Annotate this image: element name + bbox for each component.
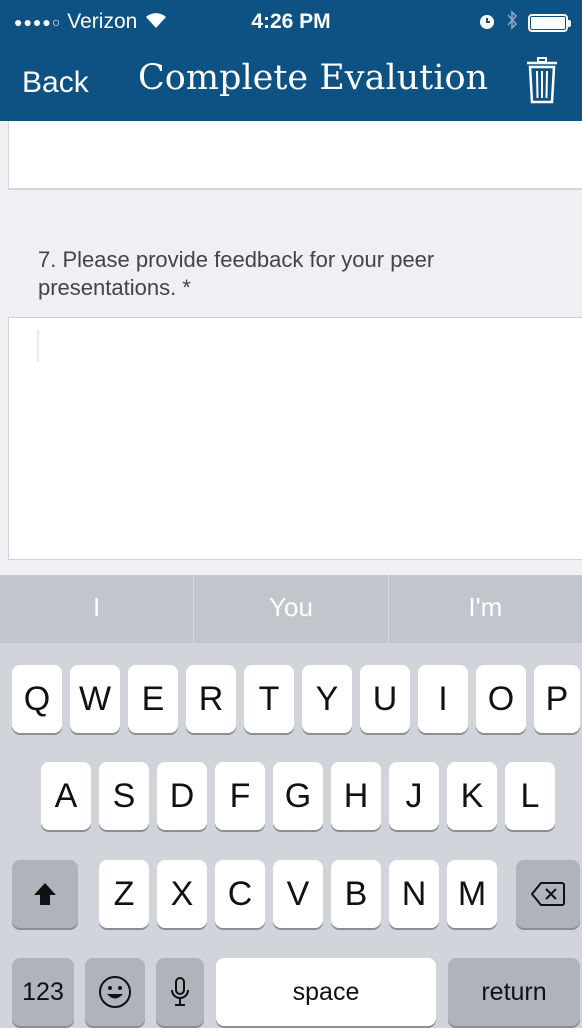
microphone-icon: [171, 977, 189, 1006]
keyboard: I You I'm Q W E R T Y U I O P A S D F G …: [0, 575, 582, 1028]
top-bar: ●●●●○ Verizon 4:26 PM Back Complete Eval…: [0, 0, 582, 121]
key-g[interactable]: G: [273, 762, 323, 830]
key-a[interactable]: A: [41, 762, 91, 830]
feedback-textarea[interactable]: [8, 317, 582, 560]
key-d[interactable]: D: [157, 762, 207, 830]
status-bar: ●●●●○ Verizon 4:26 PM: [0, 0, 582, 44]
shift-key[interactable]: [12, 860, 78, 928]
space-key[interactable]: space: [216, 958, 436, 1026]
navigation-bar: Back Complete Evalution: [0, 44, 582, 121]
key-u[interactable]: U: [360, 665, 410, 733]
key-j[interactable]: J: [389, 762, 439, 830]
key-n[interactable]: N: [389, 860, 439, 928]
return-key[interactable]: return: [448, 958, 580, 1026]
key-z[interactable]: Z: [99, 860, 149, 928]
numbers-key[interactable]: 123: [12, 958, 74, 1026]
page-title: Complete Evalution: [138, 58, 489, 98]
key-w[interactable]: W: [70, 665, 120, 733]
emoji-key[interactable]: [85, 958, 145, 1026]
key-e[interactable]: E: [128, 665, 178, 733]
emoji-icon: [99, 976, 131, 1008]
key-k[interactable]: K: [447, 762, 497, 830]
key-x[interactable]: X: [157, 860, 207, 928]
key-t[interactable]: T: [244, 665, 294, 733]
back-button[interactable]: Back: [22, 66, 89, 100]
suggestion-item[interactable]: You: [194, 575, 389, 643]
dictation-key[interactable]: [156, 958, 204, 1026]
key-q[interactable]: Q: [12, 665, 62, 733]
bluetooth-icon: [506, 10, 518, 36]
key-v[interactable]: V: [273, 860, 323, 928]
suggestion-item[interactable]: I: [0, 575, 195, 643]
key-l[interactable]: L: [505, 762, 555, 830]
key-f[interactable]: F: [215, 762, 265, 830]
suggestion-bar: I You I'm: [0, 575, 582, 643]
delete-key[interactable]: [516, 860, 580, 928]
key-h[interactable]: H: [331, 762, 381, 830]
key-y[interactable]: Y: [302, 665, 352, 733]
alarm-icon: [478, 12, 496, 35]
key-p[interactable]: P: [534, 665, 580, 733]
text-cursor: [37, 330, 39, 362]
trash-icon[interactable]: [526, 56, 558, 106]
key-m[interactable]: M: [447, 860, 497, 928]
key-o[interactable]: O: [476, 665, 526, 733]
key-r[interactable]: R: [186, 665, 236, 733]
suggestion-item[interactable]: I'm: [389, 575, 582, 643]
key-c[interactable]: C: [215, 860, 265, 928]
previous-answer-field[interactable]: [8, 121, 582, 190]
shift-icon: [34, 883, 56, 905]
battery-icon: [528, 14, 571, 32]
key-b[interactable]: B: [331, 860, 381, 928]
key-s[interactable]: S: [99, 762, 149, 830]
question-label: 7. Please provide feedback for your peer…: [38, 247, 435, 300]
key-i[interactable]: I: [418, 665, 468, 733]
status-icons: [478, 10, 571, 36]
backspace-icon: [530, 882, 565, 906]
